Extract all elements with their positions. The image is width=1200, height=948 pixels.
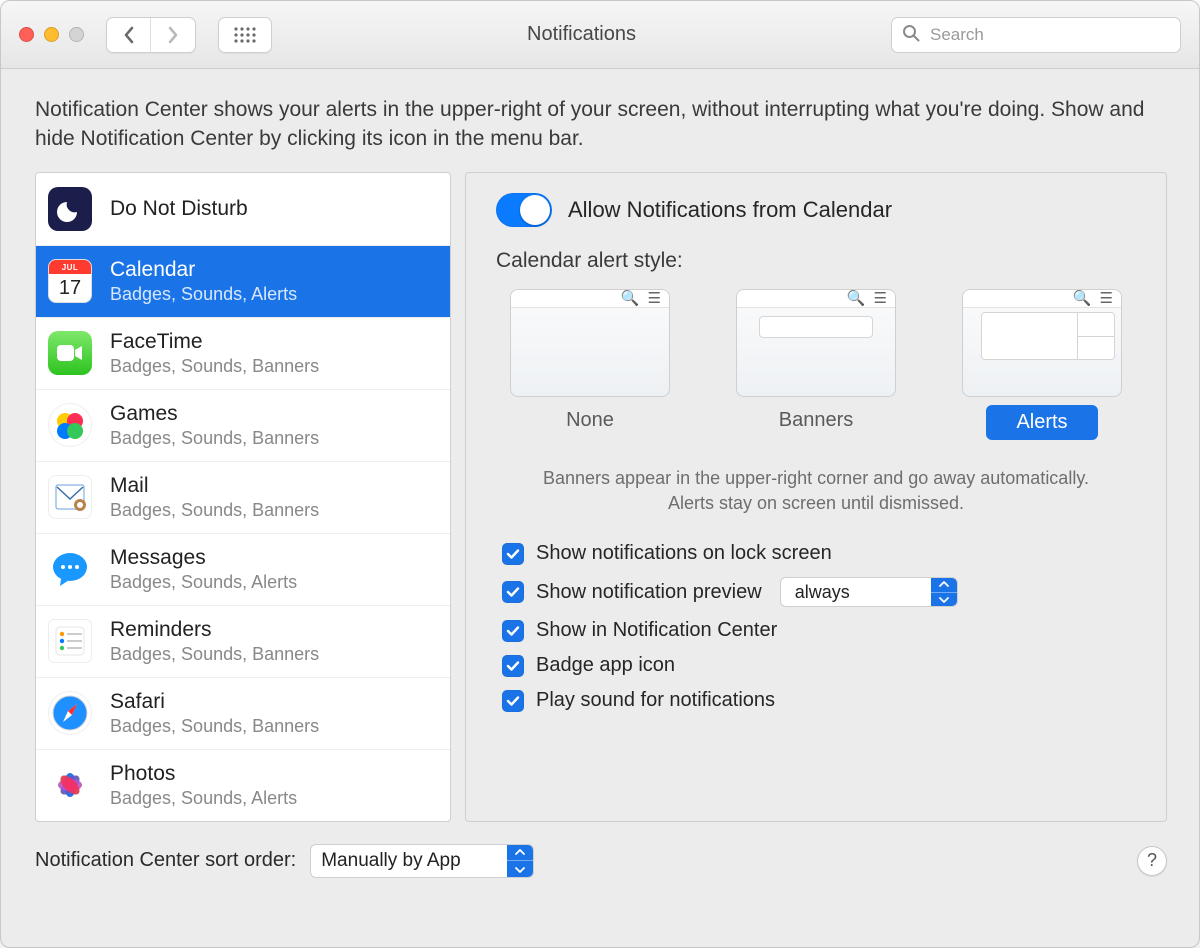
- show-all-button[interactable]: [218, 17, 272, 53]
- sidebar-item-label: Photos: [110, 762, 297, 786]
- preview-select[interactable]: always: [780, 577, 958, 607]
- alert-style-row: 🔍☰ None 🔍☰ Banners 🔍☰ Aler: [496, 285, 1136, 444]
- sidebar-item-label: Do Not Disturb: [110, 197, 248, 221]
- safari-icon: [48, 691, 92, 735]
- sidebar-item-label: Calendar: [110, 258, 297, 282]
- sidebar-item-label: Games: [110, 402, 319, 426]
- sidebar-item-dnd[interactable]: Do Not Disturb: [36, 173, 450, 245]
- sidebar-item-mail[interactable]: Mail Badges, Sounds, Banners: [36, 461, 450, 533]
- sidebar-item-safari[interactable]: Safari Badges, Sounds, Banners: [36, 677, 450, 749]
- dnd-icon: [48, 187, 92, 231]
- alert-style-hint: Banners appear in the upper-right corner…: [526, 466, 1106, 516]
- sidebar-item-detail: Badges, Sounds, Banners: [110, 500, 319, 521]
- checkbox-badge[interactable]: [502, 655, 524, 677]
- checkbox-preview[interactable]: [502, 581, 524, 603]
- sidebar-item-games[interactable]: Games Badges, Sounds, Banners: [36, 389, 450, 461]
- sidebar-item-messages[interactable]: Messages Badges, Sounds, Alerts: [36, 533, 450, 605]
- options-checklist: Show notifications on lock screen Show n…: [496, 542, 1136, 712]
- sidebar-item-label: FaceTime: [110, 330, 319, 354]
- sidebar-item-facetime[interactable]: FaceTime Badges, Sounds, Banners: [36, 317, 450, 389]
- nav-buttons: [106, 17, 196, 53]
- sidebar-item-photos[interactable]: Photos Badges, Sounds, Alerts: [36, 749, 450, 821]
- alert-style-none[interactable]: 🔍☰ None: [506, 285, 674, 444]
- minimize-window-button[interactable]: [44, 27, 59, 42]
- calendar-icon: JUL 17: [48, 259, 92, 303]
- preview-select-value: always: [781, 582, 931, 603]
- alert-style-label: Calendar alert style:: [496, 249, 1136, 273]
- main-area: Do Not Disturb JUL 17 Calendar Badges, S…: [1, 172, 1199, 822]
- search-input[interactable]: [928, 24, 1170, 46]
- alert-style-banners-thumb: 🔍☰: [736, 289, 896, 397]
- sidebar-item-calendar[interactable]: JUL 17 Calendar Badges, Sounds, Alerts: [36, 245, 450, 317]
- search-field[interactable]: [891, 17, 1181, 53]
- window-title: Notifications: [284, 23, 879, 46]
- sidebar-item-label: Reminders: [110, 618, 319, 642]
- alert-style-banners-label: Banners: [761, 405, 872, 436]
- messages-icon: [48, 547, 92, 591]
- sidebar-item-detail: Badges, Sounds, Alerts: [110, 284, 297, 305]
- sidebar-item-reminders[interactable]: Reminders Badges, Sounds, Banners: [36, 605, 450, 677]
- search-icon: [902, 24, 920, 46]
- alert-style-none-label: None: [548, 405, 632, 436]
- checkbox-lock-screen-label: Show notifications on lock screen: [536, 542, 832, 565]
- allow-notifications-label: Allow Notifications from Calendar: [568, 197, 892, 223]
- forward-button[interactable]: [151, 18, 195, 52]
- sort-order-label: Notification Center sort order:: [35, 849, 296, 872]
- stepper-icon: [931, 578, 957, 606]
- app-list[interactable]: Do Not Disturb JUL 17 Calendar Badges, S…: [35, 172, 451, 822]
- mail-icon: [48, 475, 92, 519]
- sort-order-value: Manually by App: [311, 850, 470, 872]
- close-window-button[interactable]: [19, 27, 34, 42]
- reminders-icon: [48, 619, 92, 663]
- sidebar-item-label: Messages: [110, 546, 297, 570]
- back-button[interactable]: [107, 18, 151, 52]
- checkbox-notification-center[interactable]: [502, 620, 524, 642]
- sidebar-item-label: Mail: [110, 474, 319, 498]
- games-icon: [48, 403, 92, 447]
- alert-style-alerts-thumb: 🔍☰: [962, 289, 1122, 397]
- allow-notifications-toggle[interactable]: [496, 193, 552, 227]
- detail-panel: Allow Notifications from Calendar Calend…: [465, 172, 1167, 822]
- sidebar-item-detail: Badges, Sounds, Alerts: [110, 572, 297, 593]
- sidebar-item-detail: Badges, Sounds, Banners: [110, 644, 319, 665]
- photos-icon: [48, 763, 92, 807]
- window-controls: [19, 27, 84, 42]
- checkbox-preview-label: Show notification preview: [536, 581, 762, 604]
- checkbox-badge-label: Badge app icon: [536, 654, 675, 677]
- alert-style-alerts[interactable]: 🔍☰ Alerts: [958, 285, 1126, 444]
- zoom-window-button[interactable]: [69, 27, 84, 42]
- checkbox-sound[interactable]: [502, 690, 524, 712]
- footer: Notification Center sort order: Manually…: [1, 822, 1199, 878]
- titlebar: Notifications: [1, 1, 1199, 69]
- preferences-window: Notifications Notification Center shows …: [0, 0, 1200, 948]
- alert-style-alerts-label: Alerts: [986, 405, 1097, 440]
- alert-style-none-thumb: 🔍☰: [510, 289, 670, 397]
- stepper-icon: [507, 845, 533, 877]
- sidebar-item-detail: Badges, Sounds, Banners: [110, 716, 319, 737]
- sort-order-select[interactable]: Manually by App: [310, 844, 534, 878]
- sidebar-item-detail: Badges, Sounds, Banners: [110, 356, 319, 377]
- checkbox-lock-screen[interactable]: [502, 543, 524, 565]
- help-button[interactable]: ?: [1137, 846, 1167, 876]
- sidebar-item-label: Safari: [110, 690, 319, 714]
- sidebar-item-detail: Badges, Sounds, Banners: [110, 428, 319, 449]
- facetime-icon: [48, 331, 92, 375]
- checkbox-notification-center-label: Show in Notification Center: [536, 619, 777, 642]
- sidebar-item-detail: Badges, Sounds, Alerts: [110, 788, 297, 809]
- description-text: Notification Center shows your alerts in…: [1, 69, 1199, 172]
- checkbox-sound-label: Play sound for notifications: [536, 689, 775, 712]
- alert-style-banners[interactable]: 🔍☰ Banners: [732, 285, 900, 444]
